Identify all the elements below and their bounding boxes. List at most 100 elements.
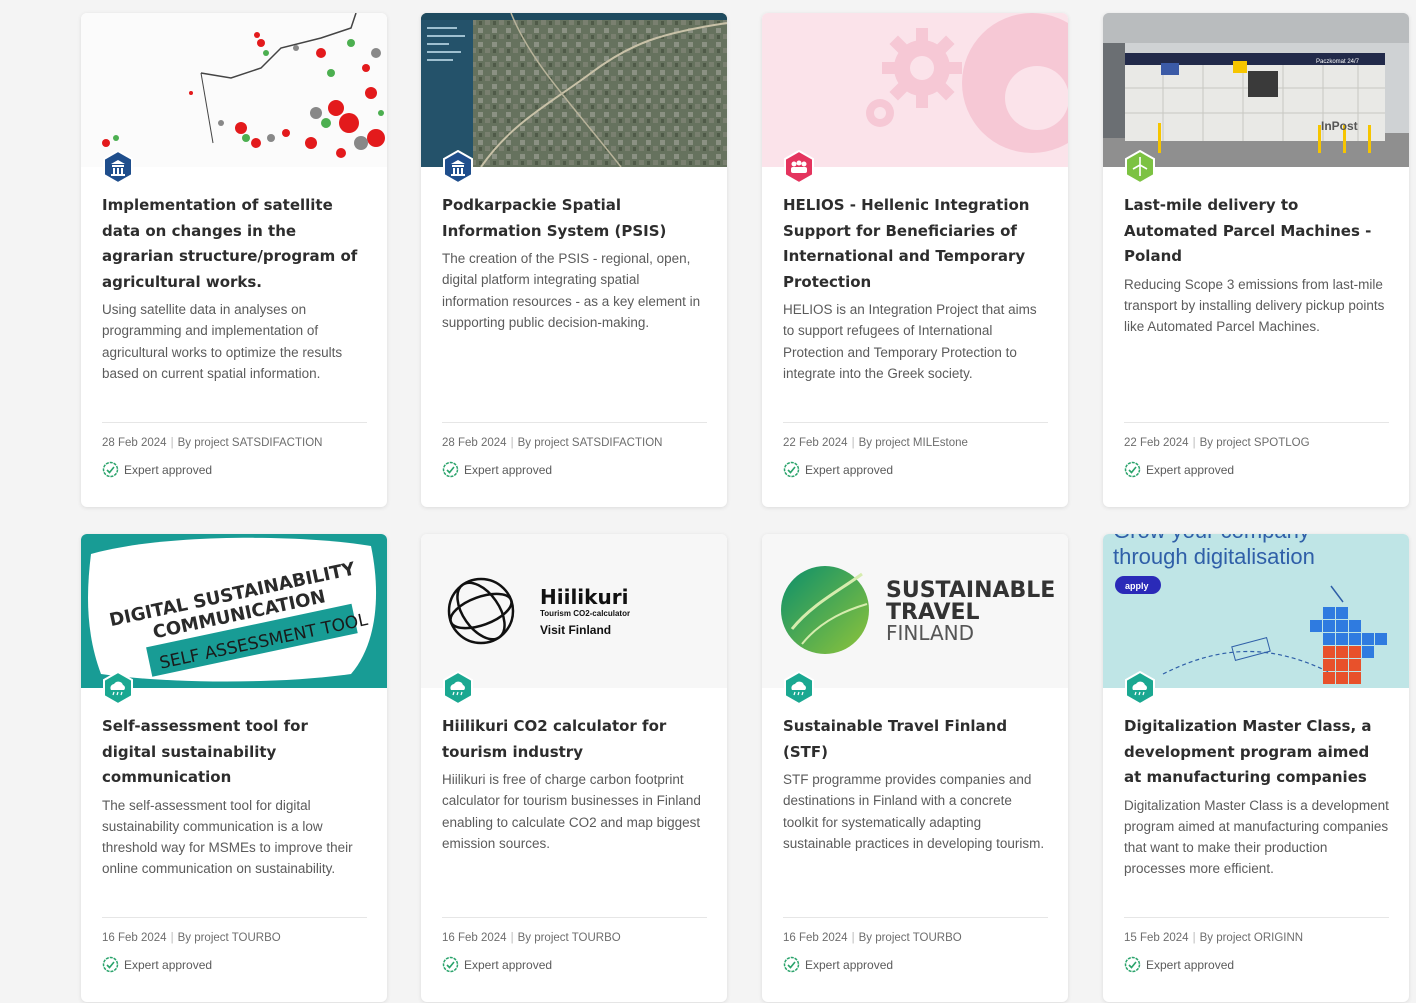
card-meta: 22 Feb 2024 | By project MILEstone	[783, 437, 968, 449]
card-project[interactable]: By project TOURBO	[518, 932, 621, 944]
card-meta: 15 Feb 2024 | By project ORIGINN	[1124, 932, 1304, 944]
hiilikuri-name-text: Hiilikuri	[540, 585, 628, 609]
divider	[442, 917, 707, 918]
expert-approved: Expert approved	[783, 461, 1048, 478]
card-title[interactable]: Last-mile delivery to Automated Parcel M…	[1124, 193, 1389, 270]
expert-approved: Expert approved	[442, 956, 707, 973]
expert-approved: Expert approved	[102, 956, 367, 973]
card-date: 28 Feb 2024	[442, 437, 507, 449]
card-meta: 16 Feb 2024 | By project TOURBO	[102, 932, 281, 944]
card-description: Digitalization Master Class is a develop…	[1124, 797, 1389, 877]
card-meta: 16 Feb 2024 | By project TOURBO	[442, 932, 621, 944]
stf-line3-text: FINLAND	[886, 621, 974, 645]
card-footer: 28 Feb 2024 | By project SATSDIFACTION Exp…	[102, 422, 367, 478]
card-helios[interactable]: HELIOS - Hellenic Integration Support fo…	[762, 13, 1068, 507]
card-project[interactable]: By project MILEstone	[859, 437, 968, 449]
card-project[interactable]: By project ORIGINN	[1200, 932, 1304, 944]
card-date: 28 Feb 2024	[102, 437, 167, 449]
card-project[interactable]: By project TOURBO	[859, 932, 962, 944]
divider	[783, 917, 1048, 918]
card-description: Reducing Scope 3 emissions from last-mil…	[1124, 276, 1385, 335]
card-title[interactable]: Self-assessment tool for digital sustain…	[102, 714, 367, 791]
expert-approved: Expert approved	[1124, 956, 1389, 973]
card-description: STF programme provides companies and des…	[783, 772, 1045, 851]
card-date: 16 Feb 2024	[783, 932, 848, 944]
card-image-stf-logo: SUSTAINABLE TRAVEL FINLAND	[762, 534, 1068, 688]
card-description: The self-assessment tool for digital sus…	[102, 797, 353, 877]
card-footer: 22 Feb 2024 | By project SPOTLOG Expert ap…	[1124, 422, 1389, 478]
card-image-gears	[762, 13, 1068, 167]
expert-approved: Expert approved	[102, 461, 367, 478]
card-date: 16 Feb 2024	[442, 932, 507, 944]
card-footer: 22 Feb 2024 | By project MILEstone Expert …	[783, 422, 1048, 478]
card-satellite-data[interactable]: Implementation of satellite data on chan…	[81, 13, 387, 507]
card-digitalization-master-class[interactable]: Grow your company through digitalisation…	[1103, 534, 1409, 1002]
approved-check-icon	[102, 461, 119, 478]
card-project[interactable]: By project SATSDIFACTION	[178, 437, 323, 449]
card-image-parcel-machine: InPost Paczkomat 24/7	[1103, 13, 1409, 167]
card-date: 22 Feb 2024	[783, 437, 848, 449]
expert-approved: Expert approved	[783, 956, 1048, 973]
divider	[102, 917, 367, 918]
card-image-satellite-map	[81, 13, 387, 167]
card-meta: 16 Feb 2024 | By project TOURBO	[783, 932, 962, 944]
parcel-sign-text: Paczkomat 24/7	[1316, 59, 1360, 65]
approved-check-icon	[783, 956, 800, 973]
card-date: 16 Feb 2024	[102, 932, 167, 944]
card-last-mile[interactable]: InPost Paczkomat 24/7 Last-mile delivery…	[1103, 13, 1409, 507]
card-footer: 28 Feb 2024 | By project SATSDIFACTION Exp…	[442, 422, 707, 478]
card-footer: 16 Feb 2024 | By project TOURBO Expert app…	[783, 917, 1048, 973]
card-title[interactable]: Podkarpackie Spatial Information System …	[442, 193, 707, 244]
card-description: Hiilikuri is free of charge carbon footp…	[442, 772, 701, 851]
card-footer: 16 Feb 2024 | By project TOURBO Expert app…	[102, 917, 367, 973]
divider	[1124, 917, 1389, 918]
divider	[442, 422, 707, 423]
divider	[783, 422, 1048, 423]
approved-check-icon	[1124, 956, 1141, 973]
expert-approved: Expert approved	[1124, 461, 1389, 478]
building-icon	[103, 150, 133, 184]
card-sustainable-travel[interactable]: SUSTAINABLE TRAVEL FINLAND Sustainable T…	[762, 534, 1068, 1002]
dmc-top-text: Grow your company	[1113, 534, 1310, 543]
parcel-brand-text: InPost	[1321, 119, 1358, 133]
card-image-hiilikuri-logo: Hiilikuri Tourism CO2-calculator Visit F…	[421, 534, 727, 688]
card-title[interactable]: Implementation of satellite data on chan…	[102, 193, 367, 295]
card-image-dmc-banner: Grow your company through digitalisation…	[1103, 534, 1409, 688]
hiilikuri-brand-text: Visit Finland	[540, 623, 611, 637]
card-title[interactable]: HELIOS - Hellenic Integration Support fo…	[783, 193, 1048, 295]
approved-check-icon	[1124, 461, 1141, 478]
card-image-dsc-tool: SELF ASSESSMENT TOOL DIGITAL SUSTAINABIL…	[81, 534, 387, 688]
card-meta: 28 Feb 2024 | By project SATSDIFACTION	[442, 437, 663, 449]
card-project[interactable]: By project SATSDIFACTION	[518, 437, 663, 449]
card-title[interactable]: Digitalization Master Class, a developme…	[1124, 714, 1389, 791]
card-description: Using satellite data in analyses on prog…	[102, 302, 343, 381]
card-title[interactable]: Sustainable Travel Finland (STF)	[783, 714, 1048, 765]
people-icon	[784, 150, 814, 184]
wind-turbine-icon	[1125, 150, 1155, 184]
building-icon	[443, 150, 473, 184]
divider	[102, 422, 367, 423]
card-footer: 16 Feb 2024 | By project TOURBO Expert app…	[442, 917, 707, 973]
card-psis[interactable]: Podkarpackie Spatial Information System …	[421, 13, 727, 507]
hiilikuri-sub-text: Tourism CO2-calculator	[540, 609, 630, 618]
divider	[1124, 422, 1389, 423]
cloud-icon	[443, 671, 473, 705]
card-description: The creation of the PSIS - regional, ope…	[442, 251, 701, 330]
card-image-aerial-map	[421, 13, 727, 167]
card-date: 22 Feb 2024	[1124, 437, 1189, 449]
expert-approved: Expert approved	[442, 461, 707, 478]
card-project[interactable]: By project SPOTLOG	[1200, 437, 1310, 449]
card-title[interactable]: Hiilikuri CO2 calculator for tourism ind…	[442, 714, 707, 765]
card-description: HELIOS is an Integration Project that ai…	[783, 302, 1037, 381]
dmc-apply-text: apply	[1125, 581, 1149, 591]
card-project[interactable]: By project TOURBO	[178, 932, 281, 944]
dmc-headline-text: through digitalisation	[1113, 544, 1315, 569]
cloud-icon	[1125, 671, 1155, 705]
card-meta: 22 Feb 2024 | By project SPOTLOG	[1124, 437, 1310, 449]
cloud-icon	[103, 671, 133, 705]
card-footer: 15 Feb 2024 | By project ORIGINN Expert ap…	[1124, 917, 1389, 973]
approved-check-icon	[442, 956, 459, 973]
card-hiilikuri[interactable]: Hiilikuri Tourism CO2-calculator Visit F…	[421, 534, 727, 1002]
cloud-icon	[784, 671, 814, 705]
card-self-assessment[interactable]: SELF ASSESSMENT TOOL DIGITAL SUSTAINABIL…	[81, 534, 387, 1002]
